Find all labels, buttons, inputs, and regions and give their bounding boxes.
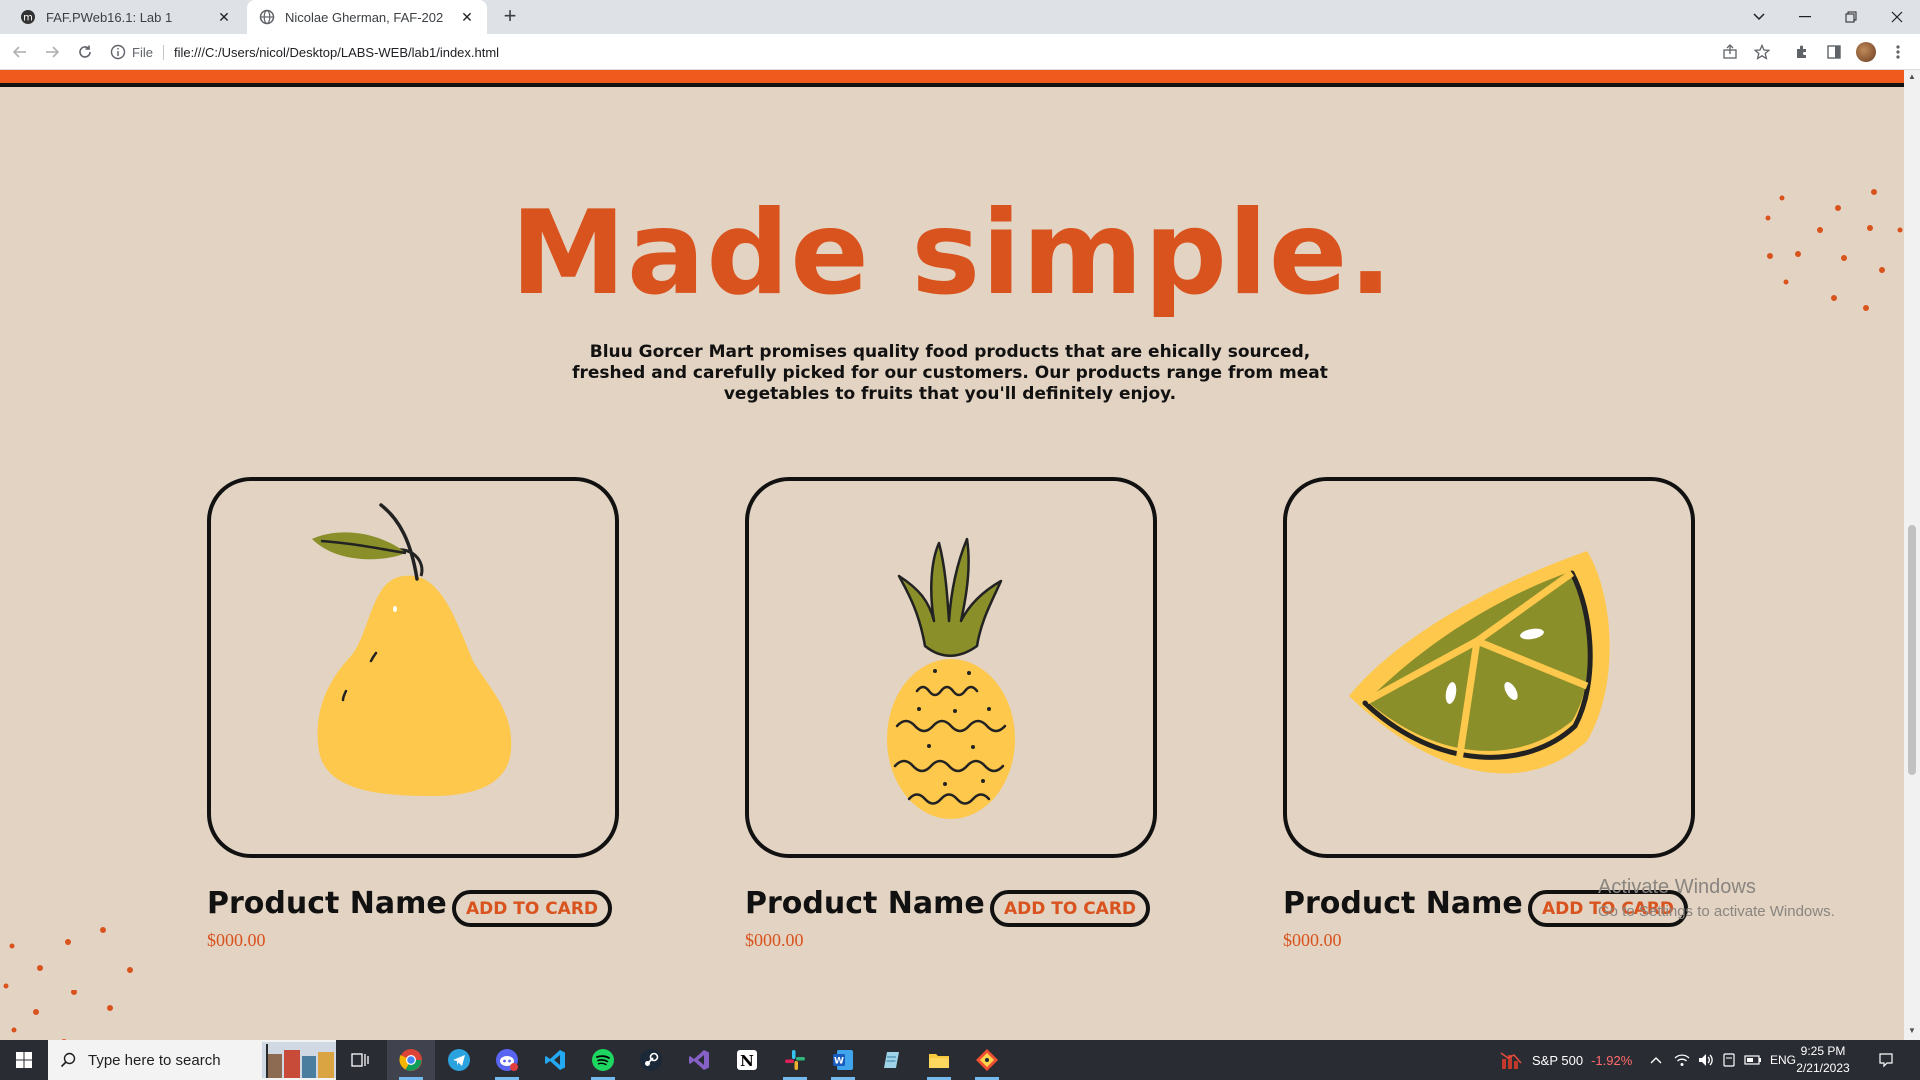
product-card[interactable]	[1283, 477, 1695, 858]
search-highlight-image	[262, 1042, 336, 1078]
product-price: $000.00	[1283, 930, 1342, 950]
clock-time: 9:25 PM	[1800, 1044, 1846, 1058]
product-price: $000.00	[207, 930, 266, 950]
menu-kebab-icon[interactable]	[1886, 40, 1910, 64]
product-card[interactable]	[745, 477, 1157, 858]
svg-text:W: W	[834, 1057, 844, 1067]
add-to-card-button[interactable]: ADD TO CARD	[452, 890, 612, 927]
activate-windows-watermark: Activate Windows Go to Settings to activ…	[1598, 876, 1835, 920]
scrollbar-thumb[interactable]	[1908, 525, 1916, 775]
visual-studio-icon[interactable]	[675, 1040, 723, 1080]
clock-date: 2/21/2023	[1796, 1061, 1850, 1075]
steam-icon[interactable]	[627, 1040, 675, 1080]
close-icon[interactable]: ✕	[459, 9, 475, 25]
restore-button[interactable]	[1828, 0, 1874, 34]
file-explorer-icon[interactable]	[915, 1040, 963, 1080]
add-to-card-button[interactable]: ADD TO CARD	[990, 890, 1150, 927]
page-description: Bluu Gorcer Mart promises quality food p…	[572, 342, 1328, 404]
stock-name: S&P 500	[1532, 1052, 1584, 1068]
svg-text:m: m	[23, 13, 33, 24]
back-icon[interactable]	[8, 40, 32, 64]
forward-icon[interactable]	[40, 40, 64, 64]
chrome-icon[interactable]	[387, 1040, 435, 1080]
scroll-up-icon[interactable]: ▲	[1908, 72, 1916, 81]
tab-faf-lab[interactable]: m FAF.PWeb16.1: Lab 1 ✕	[8, 0, 244, 34]
decorative-dots	[3, 927, 133, 989]
product-card[interactable]	[207, 477, 619, 858]
battery-icon[interactable]	[1744, 1040, 1762, 1080]
onedrive-icon[interactable]	[1722, 1040, 1736, 1080]
tab-title: Nicolae Gherman, FAF-202	[285, 9, 444, 25]
tab-search-icon[interactable]	[1736, 0, 1782, 34]
pineapple-illustration	[887, 537, 1015, 819]
stock-chart-icon	[1500, 1052, 1522, 1069]
file-chip: File	[132, 44, 164, 60]
product-price: $000.00	[745, 930, 804, 950]
new-tab-button[interactable]: +	[498, 5, 522, 29]
notifications-icon[interactable]	[1878, 1040, 1894, 1080]
side-panel-icon[interactable]	[1822, 40, 1846, 64]
decorative-dots	[11, 990, 113, 1040]
svg-text:N: N	[740, 1052, 754, 1070]
windows-start-icon[interactable]	[0, 1040, 48, 1080]
word-icon[interactable]: W	[819, 1040, 867, 1080]
page-title: Made simple.	[510, 186, 1394, 321]
minimize-button[interactable]	[1782, 0, 1828, 34]
task-view-icon[interactable]	[336, 1040, 384, 1080]
close-window-button[interactable]	[1874, 0, 1920, 34]
bookmark-star-icon[interactable]	[1750, 40, 1774, 64]
product-name: Product Name	[1283, 886, 1523, 921]
browser-tabstrip: m FAF.PWeb16.1: Lab 1 ✕ Nicolae Gherman,…	[0, 0, 1920, 34]
address-bar[interactable]: File file:///C:/Users/nicol/Desktop/LABS…	[110, 38, 1800, 66]
scroll-down-icon[interactable]: ▼	[1908, 1026, 1916, 1035]
share-icon[interactable]	[1718, 40, 1742, 64]
stock-widget[interactable]: S&P 500 -1.92%	[1500, 1040, 1632, 1080]
browser-toolbar: File file:///C:/Users/nicol/Desktop/LABS…	[0, 34, 1920, 70]
lime-slice-illustration	[1349, 551, 1610, 774]
pear-illustration	[312, 503, 512, 796]
reload-icon[interactable]	[73, 40, 97, 64]
header-divider	[0, 83, 1904, 87]
extensions-icon[interactable]	[1790, 40, 1814, 64]
product-name: Product Name	[745, 886, 985, 921]
slack-icon[interactable]	[771, 1040, 819, 1080]
telegram-icon[interactable]	[435, 1040, 483, 1080]
info-icon[interactable]	[110, 44, 126, 60]
globe-icon	[259, 9, 275, 25]
profile-avatar[interactable]	[1856, 42, 1876, 62]
search-placeholder: Type here to search	[88, 1051, 221, 1069]
volume-icon[interactable]	[1698, 1040, 1714, 1080]
taskbar-clock[interactable]: 9:25 PM 2/21/2023	[1782, 1043, 1864, 1077]
tab-nicolae-gherman[interactable]: Nicolae Gherman, FAF-202 ✕	[247, 0, 487, 34]
product-name: Product Name	[207, 886, 447, 921]
watermark-subtitle: Go to Settings to activate Windows.	[1598, 903, 1835, 920]
windows-taskbar: Type here to search N W S&P 500 -1.92% E…	[0, 1040, 1920, 1080]
taskbar-search-input[interactable]: Type here to search	[48, 1040, 336, 1080]
search-icon	[60, 1052, 76, 1068]
close-icon[interactable]: ✕	[216, 9, 232, 25]
discord-icon[interactable]	[483, 1040, 531, 1080]
moodle-icon: m	[20, 9, 36, 25]
header-accent-bar	[0, 70, 1904, 83]
watermark-title: Activate Windows	[1598, 876, 1756, 898]
url-text[interactable]: file:///C:/Users/nicol/Desktop/LABS-WEB/…	[174, 45, 499, 60]
network-icon[interactable]	[1674, 1040, 1690, 1080]
page-scrollbar[interactable]: ▲ ▼	[1904, 70, 1920, 1040]
notion-icon[interactable]: N	[723, 1040, 771, 1080]
stock-change: -1.92%	[1591, 1052, 1633, 1068]
spotify-icon[interactable]	[579, 1040, 627, 1080]
git-icon[interactable]	[963, 1040, 1011, 1080]
vscode-icon[interactable]	[531, 1040, 579, 1080]
tab-title: FAF.PWeb16.1: Lab 1	[46, 9, 173, 25]
notepad-icon[interactable]	[867, 1040, 915, 1080]
show-hidden-icons[interactable]	[1650, 1040, 1662, 1080]
